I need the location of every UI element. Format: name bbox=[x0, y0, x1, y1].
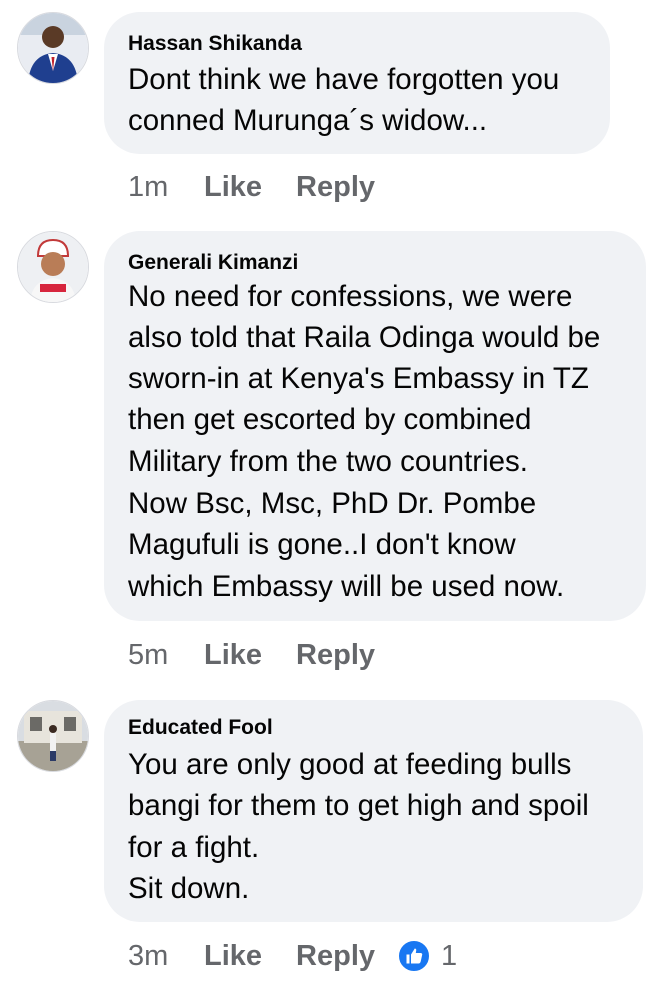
comment-text-line: for a fight. bbox=[128, 831, 260, 864]
comment-bubble: Hassan Shikanda Dont think we have forgo… bbox=[104, 12, 610, 154]
comment-text-line: Now Bsc, Msc, PhD Dr. Pombe bbox=[128, 487, 537, 520]
comment-actions: 1m Like Reply bbox=[128, 167, 375, 207]
comment-timestamp[interactable]: 5m bbox=[128, 639, 204, 672]
comment-text-line: You are only good at feeding bulls bbox=[128, 748, 572, 781]
reply-button[interactable]: Reply bbox=[296, 940, 375, 973]
reaction-summary[interactable]: 1 bbox=[397, 939, 457, 973]
comment-author[interactable]: Educated Fool bbox=[128, 716, 273, 740]
comment-actions: 5m Like Reply bbox=[128, 635, 375, 675]
reaction-count: 1 bbox=[441, 939, 458, 972]
comment-timestamp[interactable]: 1m bbox=[128, 171, 204, 204]
reply-button[interactable]: Reply bbox=[296, 171, 375, 204]
comment-text-line: conned Murunga´s widow... bbox=[128, 104, 488, 137]
comment-text-line: No need for confessions, we were bbox=[128, 280, 573, 313]
comment-author[interactable]: Generali Kimanzi bbox=[128, 251, 298, 275]
comment-text-line: Sit down. bbox=[128, 872, 250, 905]
comment-actions: 3m Like Reply 1 bbox=[128, 936, 457, 976]
comment-timestamp[interactable]: 3m bbox=[128, 940, 204, 973]
comment-author[interactable]: Hassan Shikanda bbox=[128, 32, 302, 56]
comment-text-line: also told that Raila Odinga would be bbox=[128, 321, 601, 354]
avatar[interactable] bbox=[17, 700, 89, 772]
like-button[interactable]: Like bbox=[204, 171, 262, 204]
avatar[interactable] bbox=[17, 12, 89, 84]
comment-text-line: which Embassy will be used now. bbox=[128, 570, 565, 603]
comment-bubble: Generali Kimanzi No need for confessions… bbox=[104, 231, 646, 621]
comment-text-line: Military from the two countries. bbox=[128, 445, 529, 478]
comment-bubble: Educated Fool You are only good at feedi… bbox=[104, 700, 643, 922]
reply-button[interactable]: Reply bbox=[296, 639, 375, 672]
like-button[interactable]: Like bbox=[204, 940, 262, 973]
comment-text-line: sworn-in at Kenya's Embassy in TZ bbox=[128, 362, 589, 395]
comment-text-line: then get escorted by combined bbox=[128, 403, 532, 436]
comment-text-line: Magufuli is gone..I don't know bbox=[128, 528, 516, 561]
thumbs-up-icon bbox=[397, 939, 432, 973]
comment-text-line: Dont think we have forgotten you bbox=[128, 63, 560, 96]
like-button[interactable]: Like bbox=[204, 639, 262, 672]
avatar[interactable] bbox=[17, 231, 89, 303]
comment-text-line: bangi for them to get high and spoil bbox=[128, 789, 589, 822]
